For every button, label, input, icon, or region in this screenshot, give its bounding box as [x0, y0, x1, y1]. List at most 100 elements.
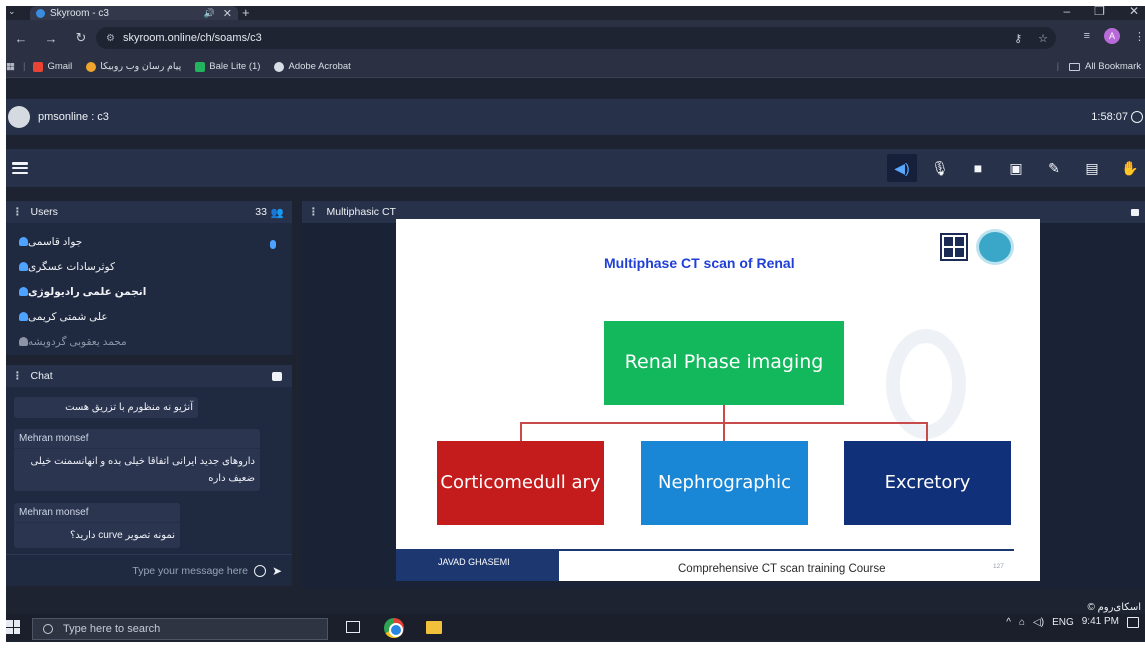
chat-message: آنژیو نه منظورم با تزریق هست	[14, 397, 198, 418]
bookmark-divider: |	[22, 61, 26, 72]
user-item[interactable]: انجمن علمی رادیولوژی	[6, 279, 292, 304]
media-controls-icon[interactable]: ≡	[1084, 30, 1090, 42]
connector-line	[723, 422, 725, 441]
taskbar-clock[interactable]: 9:41 PM	[1082, 616, 1119, 628]
send-icon[interactable]: ➤	[272, 564, 282, 578]
forward-icon[interactable]: →	[36, 31, 66, 46]
address-row: ← → ↻ ⚙ skyroom.online/ch/soams/c3 ⚷ ☆ ≡…	[6, 20, 1145, 56]
apps-grid-icon[interactable]: ▦	[6, 61, 15, 72]
screen-share-icon[interactable]: ▣	[1001, 154, 1031, 182]
room-toolbar: ◀) 🎙 ■ ▣ ✎ ▤ ✋	[6, 149, 1145, 187]
bookmark-bale[interactable]: Bale Lite (1)	[195, 61, 260, 72]
room-header: pmsonline : c3 1:58:07	[6, 99, 1145, 135]
chrome-icon[interactable]	[384, 618, 404, 638]
bookmark-label: Bale Lite (1)	[209, 61, 261, 72]
users-group-icon: 👥	[270, 206, 284, 219]
slide-title: Multiphase CT scan of Renal	[604, 255, 795, 271]
new-tab-button[interactable]: +	[242, 6, 250, 20]
file-explorer-icon[interactable]	[426, 621, 442, 634]
chat-panel-menu-icon[interactable]: ⋮	[12, 370, 23, 382]
user-item[interactable]: جواد قاسمی	[6, 229, 292, 254]
close-window-icon[interactable]: ✕	[1129, 6, 1139, 18]
volume-icon[interactable]: ◁)	[1033, 617, 1044, 628]
file-icon[interactable]: ▤	[1077, 154, 1107, 182]
lock-icon	[1131, 208, 1139, 216]
chat-message: Mehran monsef داروهای جدید ایرانی اتفاقا…	[14, 429, 260, 491]
rubika-icon	[86, 61, 97, 72]
bookmark-rubika[interactable]: پیام رسان وب روبیکا	[86, 61, 181, 72]
user-name: کوثرسادات عسگری	[28, 260, 115, 273]
tab-strip: ⌄ Skyroom - c3 🔊 ✕ + – ❐ ✕	[6, 6, 1145, 20]
password-key-icon[interactable]: ⚷	[1014, 32, 1022, 45]
system-tray: ^ ⌂ ◁) ENG 9:41 PM	[1006, 616, 1139, 628]
browser-menu-icon[interactable]: ⋮	[1134, 30, 1145, 43]
bale-icon	[195, 61, 206, 72]
nephrographic-box: Nephrographic	[641, 441, 808, 525]
profile-avatar[interactable]: A	[1104, 28, 1120, 44]
windows-start-icon[interactable]	[6, 620, 20, 634]
gmail-icon	[33, 61, 44, 72]
bookmark-label: Adobe Acrobat	[288, 61, 351, 72]
microphone-icon[interactable]: 🎙	[925, 154, 955, 182]
skyroom-brand: اسکای‌روم ©	[1087, 602, 1141, 613]
network-icon[interactable]: ⌂	[1019, 617, 1025, 628]
site-info-icon[interactable]: ⚙	[106, 33, 115, 44]
user-item[interactable]: محمد یعقوبی گردویشه	[6, 329, 292, 354]
restore-icon[interactable]: ❐	[1094, 6, 1105, 18]
bookmark-star-icon[interactable]: ☆	[1038, 32, 1048, 45]
connector-line	[520, 422, 522, 441]
society-logo	[976, 229, 1014, 265]
tray-chevron-icon[interactable]: ^	[1006, 617, 1011, 628]
tab-search-icon[interactable]: ⌄	[8, 6, 16, 17]
person-icon	[19, 312, 28, 321]
chat-message-text: داروهای جدید ایرانی اتفاقا خیلی بده و ان…	[30, 456, 255, 484]
chat-message-text: آنژیو نه منظورم با تزریق هست	[65, 402, 193, 413]
speaker-icon[interactable]: ◀)	[887, 154, 917, 182]
browser-tab[interactable]: Skyroom - c3 🔊 ✕	[30, 6, 238, 20]
room-name: pmsonline : c3	[38, 111, 109, 123]
language-indicator[interactable]: ENG	[1052, 617, 1074, 628]
bookmark-acrobat[interactable]: Adobe Acrobat	[274, 61, 351, 72]
user-avatar[interactable]	[8, 106, 30, 128]
slide-course-name: Comprehensive CT scan training Course	[678, 563, 886, 575]
user-item[interactable]: علی شمتی کریمی	[6, 304, 292, 329]
menu-icon[interactable]	[12, 160, 28, 176]
reload-icon[interactable]: ↻	[66, 30, 96, 46]
address-bar[interactable]: ⚙ skyroom.online/ch/soams/c3 ⚷ ☆	[96, 27, 1056, 49]
search-icon	[43, 624, 53, 634]
timer-text: 1:58:07	[1091, 111, 1128, 123]
clock-icon	[1131, 111, 1143, 123]
camera-off-icon[interactable]: ■	[963, 154, 993, 182]
tab-title: Skyroom - c3	[50, 7, 109, 19]
bookmarks-bar: ▦ | Gmail پیام رسان وب روبیکا Bale Lite …	[6, 56, 1145, 78]
pen-icon[interactable]: ✎	[1039, 154, 1069, 182]
person-icon	[19, 287, 28, 296]
window-controls: – ❐ ✕	[1063, 6, 1139, 18]
user-name: انجمن علمی رادیولوژی	[28, 285, 147, 298]
taskbar-search[interactable]: Type here to search	[32, 618, 328, 640]
chat-panel-title: Chat	[30, 370, 53, 382]
users-panel-menu-icon[interactable]: ⋮	[12, 206, 23, 218]
all-bookmarks-button[interactable]: | All Bookmark	[1057, 61, 1141, 72]
emoji-icon[interactable]	[253, 564, 266, 577]
windows-taskbar: Type here to search ^ ⌂ ◁) ENG 9:41 PM	[6, 614, 1145, 640]
bookmark-gmail[interactable]: Gmail	[33, 61, 72, 72]
notification-icon[interactable]	[1127, 616, 1139, 628]
chat-input[interactable]: Type your message here ➤	[6, 554, 292, 586]
bookmark-label: Gmail	[47, 61, 73, 72]
chat-panel-header: ⋮ Chat	[6, 365, 292, 387]
acrobat-icon	[274, 61, 285, 72]
corticomedullary-box: Corticomedull ary	[437, 441, 604, 525]
user-name: محمد یعقوبی گردویشه	[28, 335, 127, 348]
user-item[interactable]: کوثرسادات عسگری	[6, 254, 292, 279]
raise-hand-icon[interactable]: ✋	[1115, 154, 1145, 182]
task-view-icon[interactable]	[346, 621, 360, 633]
presentation-menu-icon[interactable]: ⋮	[308, 206, 319, 218]
slide-author: JAVAD GHASEMI	[396, 549, 559, 581]
chat-message-text: نمونه تصویر curve دارید؟	[70, 530, 175, 541]
back-icon[interactable]: ←	[6, 31, 36, 46]
minimize-icon[interactable]: –	[1063, 6, 1070, 18]
close-tab-icon[interactable]: ✕	[223, 7, 232, 20]
tab-audio-icon[interactable]: 🔊	[204, 8, 215, 19]
users-panel-title: Users	[30, 206, 58, 218]
